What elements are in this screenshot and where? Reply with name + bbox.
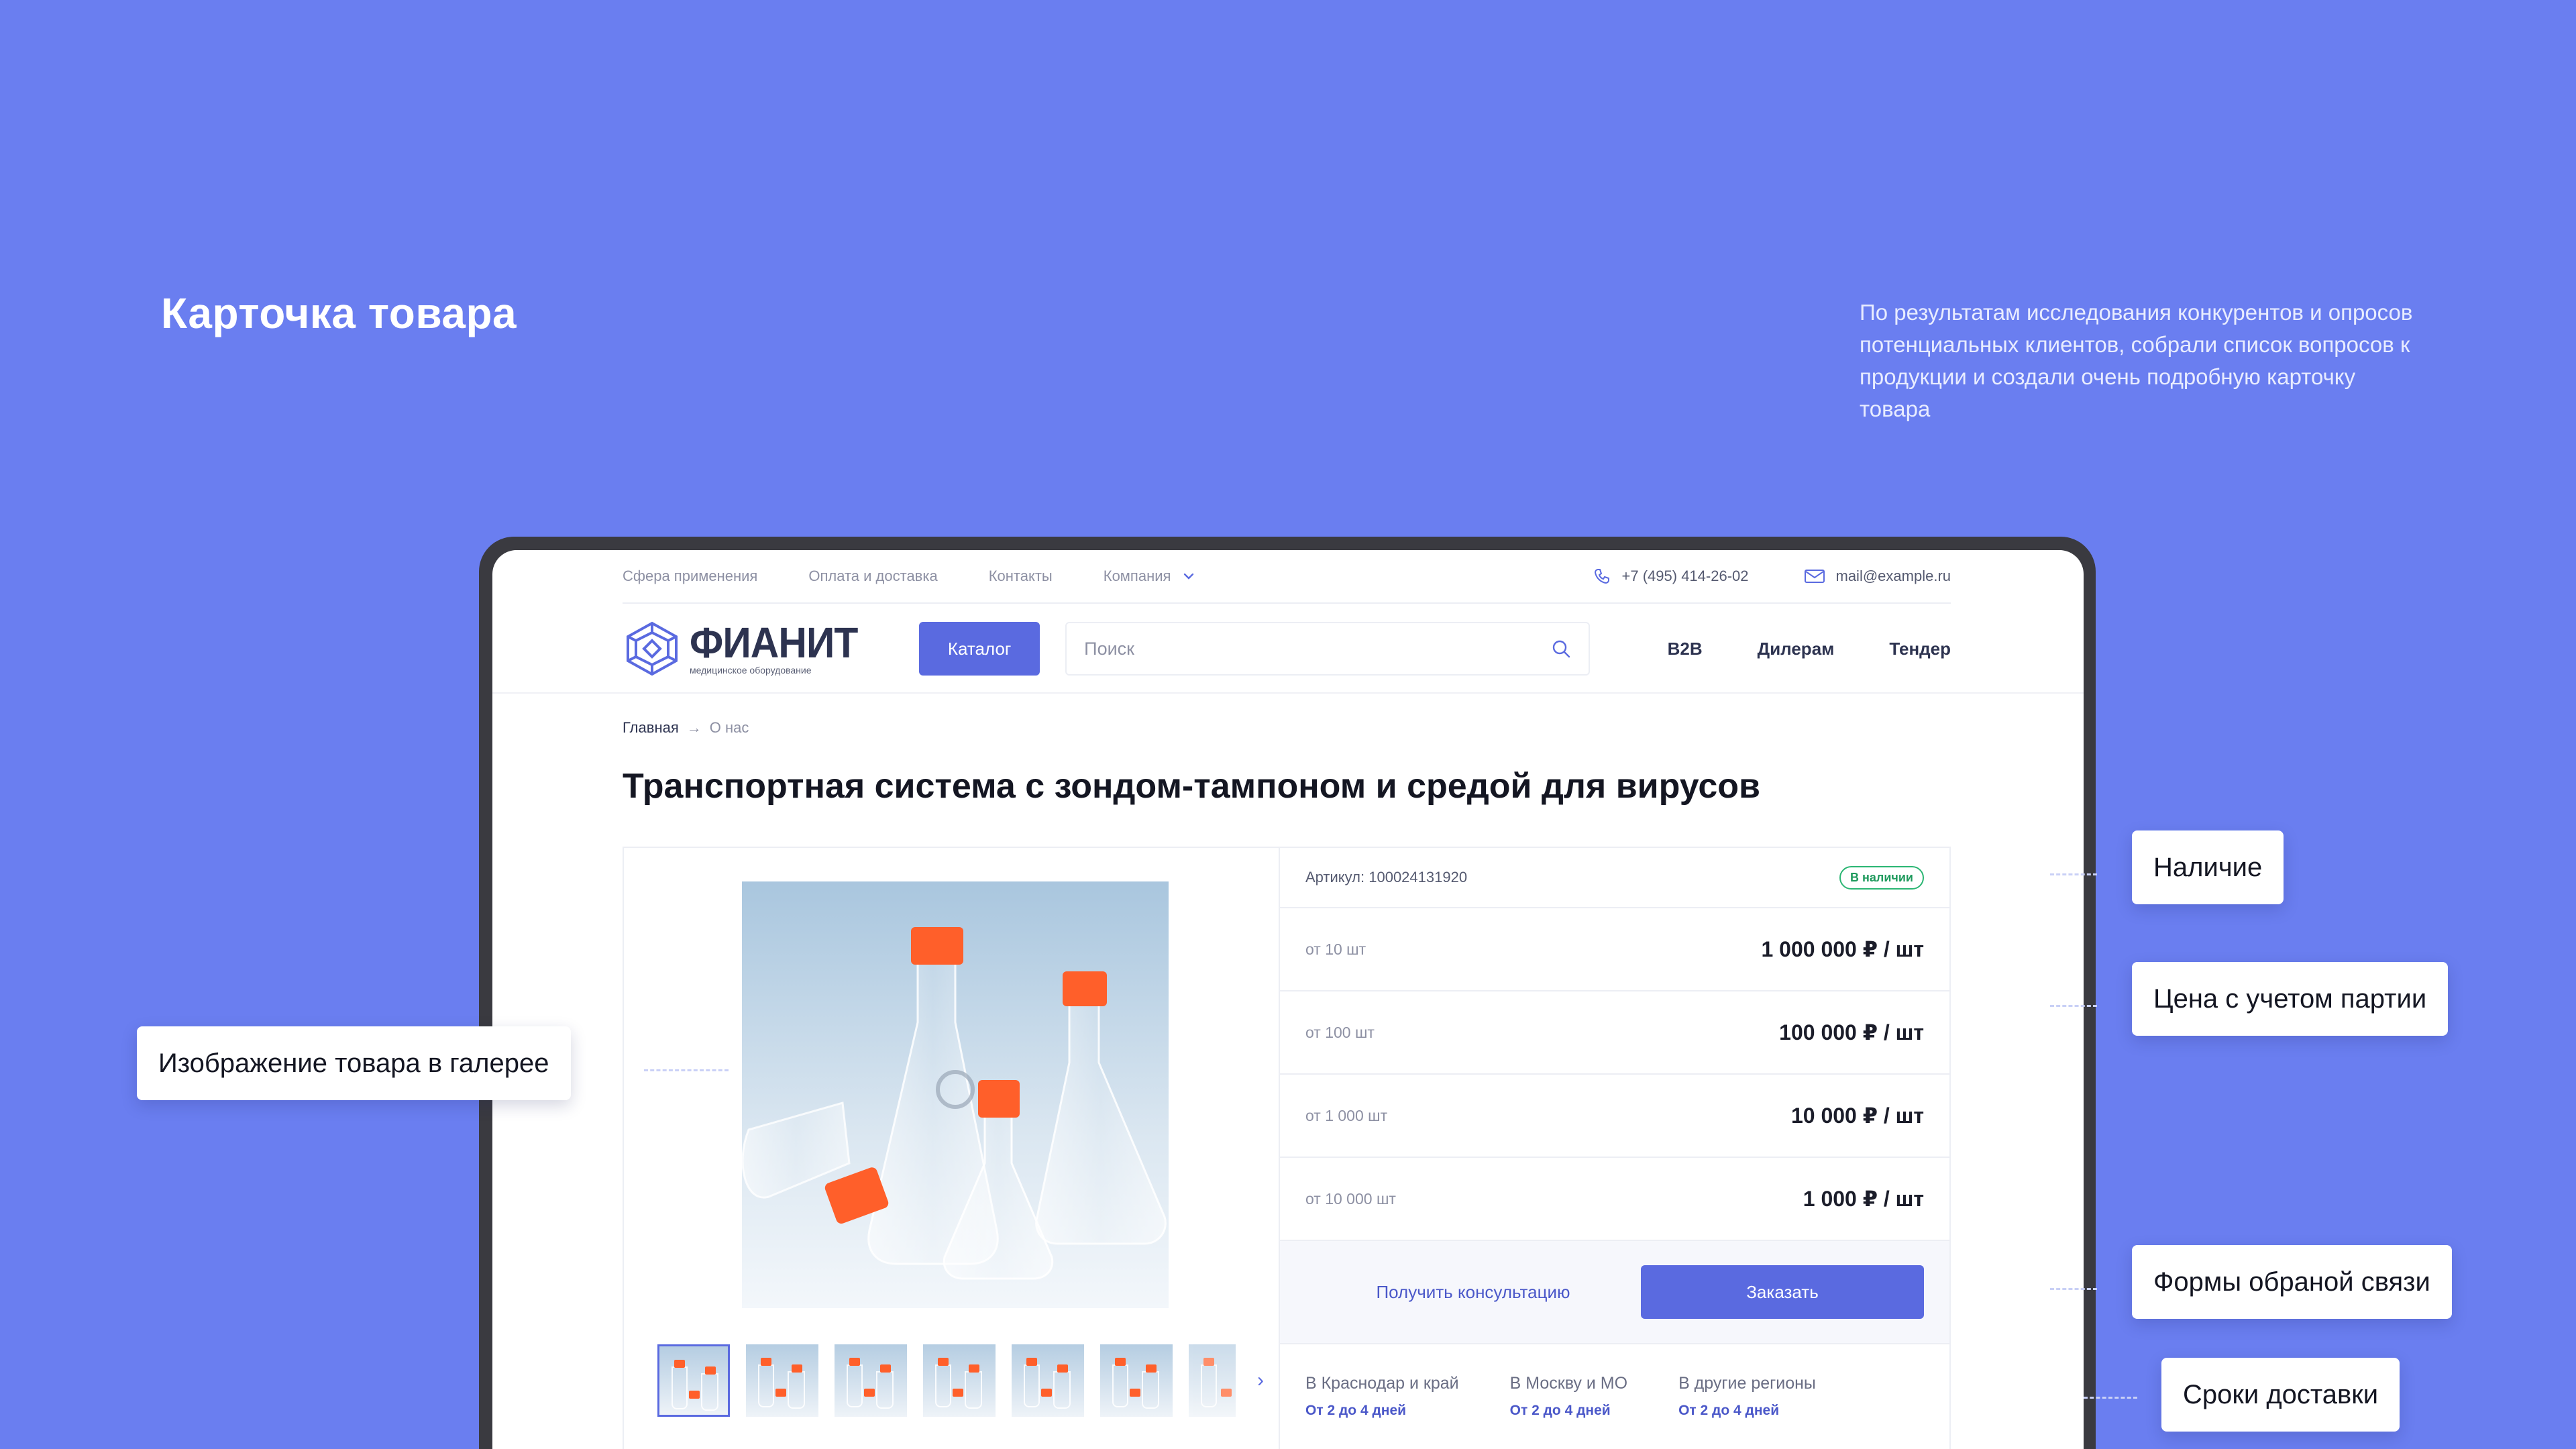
thumbnail-2[interactable] bbox=[746, 1344, 818, 1417]
callout-availability: Наличие bbox=[2132, 830, 2284, 904]
header-links: B2B Дилерам Тендер bbox=[1613, 639, 1951, 659]
delivery-item: В другие регионы От 2 до 4 дней bbox=[1678, 1374, 1816, 1419]
delivery-term: От 2 до 4 дней bbox=[1678, 1403, 1780, 1418]
header-link-tender[interactable]: Тендер bbox=[1889, 639, 1951, 659]
price-row: от 1 000 шт 10 000 ₽ / шт bbox=[1280, 1075, 1949, 1158]
price-quantity: от 100 шт bbox=[1305, 1023, 1375, 1041]
header-divider bbox=[492, 692, 2084, 694]
callout-availability-line bbox=[2050, 873, 2097, 875]
delivery-terms: В Краснодар и край От 2 до 4 дней В Моск… bbox=[1280, 1344, 1949, 1419]
price-value: 1 000 000 ₽ / шт bbox=[1761, 937, 1924, 961]
consultation-button[interactable]: Получить консультацию bbox=[1305, 1282, 1641, 1303]
cta-block: Получить консультацию Заказать bbox=[1280, 1241, 1949, 1344]
thumbnail-5[interactable] bbox=[1012, 1344, 1084, 1417]
top-nav: Сфера применения Оплата и доставка Конта… bbox=[623, 550, 1951, 604]
callout-forms-line bbox=[2050, 1288, 2097, 1290]
product-info: Артикул: 100024131920 В наличии от 10 шт… bbox=[1280, 848, 1949, 1449]
logo-icon bbox=[627, 621, 678, 676]
delivery-region: В другие регионы bbox=[1678, 1374, 1816, 1393]
price-row: от 100 шт 100 000 ₽ / шт bbox=[1280, 991, 1949, 1075]
search-input[interactable]: Поиск bbox=[1065, 622, 1591, 676]
product-title: Транспортная система с зондом-тампоном и… bbox=[623, 767, 1760, 806]
chevron-right-icon[interactable]: › bbox=[1257, 1369, 1277, 1392]
price-row: от 10 шт 1 000 000 ₽ / шт bbox=[1280, 908, 1949, 991]
price-quantity: от 1 000 шт bbox=[1305, 1106, 1388, 1124]
callout-price: Цена с учетом партии bbox=[2132, 962, 2449, 1036]
product-gallery: › bbox=[624, 848, 1280, 1449]
callout-gallery-line bbox=[644, 1069, 729, 1071]
header-link-b2b[interactable]: B2B bbox=[1668, 639, 1703, 659]
nav-link-payment-delivery[interactable]: Оплата и доставка bbox=[808, 568, 937, 585]
availability-badge: В наличии bbox=[1839, 865, 1924, 890]
slide-description: По результатам исследования конкурентов … bbox=[1860, 300, 2413, 421]
price-quantity: от 10 шт bbox=[1305, 940, 1366, 958]
price-row: от 10 000 шт 1 000 ₽ / шт bbox=[1280, 1158, 1949, 1241]
breadcrumb-home[interactable]: Главная bbox=[623, 719, 679, 737]
delivery-item: В Москву и МО От 2 до 4 дней bbox=[1510, 1374, 1627, 1419]
logo-name: ФИАНИТ bbox=[690, 619, 858, 667]
article-number: Артикул: 100024131920 bbox=[1305, 869, 1468, 885]
callout-gallery: Изображение товара в галерее bbox=[137, 1026, 571, 1100]
callout-forms: Формы обраной связи bbox=[2132, 1245, 2452, 1319]
search-icon bbox=[1552, 640, 1570, 658]
price-value: 10 000 ₽ / шт bbox=[1790, 1104, 1924, 1128]
phone-icon bbox=[1594, 569, 1609, 584]
contacts-block: +7 (495) 414-26-02 mail@example.ru bbox=[1538, 567, 1951, 586]
article-row: Артикул: 100024131920 В наличии bbox=[1280, 848, 1949, 908]
chevron-down-icon[interactable] bbox=[1181, 569, 1196, 584]
product-card: › Артикул: 100024131920 В наличии от 10 … bbox=[623, 847, 1951, 1449]
email-contact[interactable]: mail@example.ru bbox=[1804, 568, 1951, 585]
thumbnail-7[interactable] bbox=[1189, 1344, 1236, 1417]
thumbnail-3[interactable] bbox=[835, 1344, 907, 1417]
delivery-item: В Краснодар и край От 2 до 4 дней bbox=[1305, 1374, 1459, 1419]
catalog-button[interactable]: Каталог bbox=[919, 622, 1040, 676]
thumbnail-4[interactable] bbox=[923, 1344, 996, 1417]
price-quantity: от 10 000 шт bbox=[1305, 1189, 1396, 1208]
callout-price-line bbox=[2050, 1005, 2097, 1007]
phone-contact[interactable]: +7 (495) 414-26-02 bbox=[1593, 567, 1749, 586]
nav-link-company[interactable]: Компания bbox=[1104, 568, 1171, 585]
thumbnail-1[interactable] bbox=[657, 1344, 730, 1417]
slide-title: Карточка товара bbox=[161, 289, 517, 337]
product-main-image[interactable] bbox=[742, 881, 1169, 1308]
callout-delivery: Сроки доставки bbox=[2161, 1358, 2400, 1432]
breadcrumb: Главная → О нас bbox=[623, 719, 1951, 737]
callout-delivery-line bbox=[2084, 1397, 2137, 1399]
thumbnail-6[interactable] bbox=[1100, 1344, 1173, 1417]
website-screen: Сфера применения Оплата и доставка Конта… bbox=[492, 550, 2084, 1449]
flasks-image bbox=[742, 927, 1167, 1280]
order-button[interactable]: Заказать bbox=[1641, 1265, 1924, 1319]
phone-number: +7 (495) 414-26-02 bbox=[1621, 568, 1749, 584]
thumbnail-strip: › bbox=[657, 1344, 1277, 1417]
breadcrumb-arrow-icon: → bbox=[686, 719, 702, 736]
site-logo[interactable]: ФИАНИТ медицинское оборудование bbox=[623, 621, 872, 677]
price-value: 1 000 ₽ / шт bbox=[1803, 1187, 1924, 1211]
breadcrumb-current: О нас bbox=[709, 719, 749, 736]
delivery-region: В Краснодар и край bbox=[1305, 1374, 1459, 1393]
site-header: ФИАНИТ медицинское оборудование Каталог … bbox=[623, 605, 1951, 692]
nav-link-application[interactable]: Сфера применения bbox=[623, 568, 757, 585]
price-value: 100 000 ₽ / шт bbox=[1779, 1020, 1924, 1044]
email-address: mail@example.ru bbox=[1835, 568, 1951, 584]
header-link-dealers[interactable]: Дилерам bbox=[1758, 639, 1835, 659]
search-placeholder: Поиск bbox=[1084, 638, 1134, 659]
mail-icon bbox=[1804, 570, 1825, 583]
delivery-region: В Москву и МО bbox=[1509, 1374, 1628, 1393]
nav-link-contacts[interactable]: Контакты bbox=[989, 568, 1053, 585]
delivery-term: От 2 до 4 дней bbox=[1509, 1403, 1611, 1418]
delivery-term: От 2 до 4 дней bbox=[1305, 1403, 1407, 1418]
